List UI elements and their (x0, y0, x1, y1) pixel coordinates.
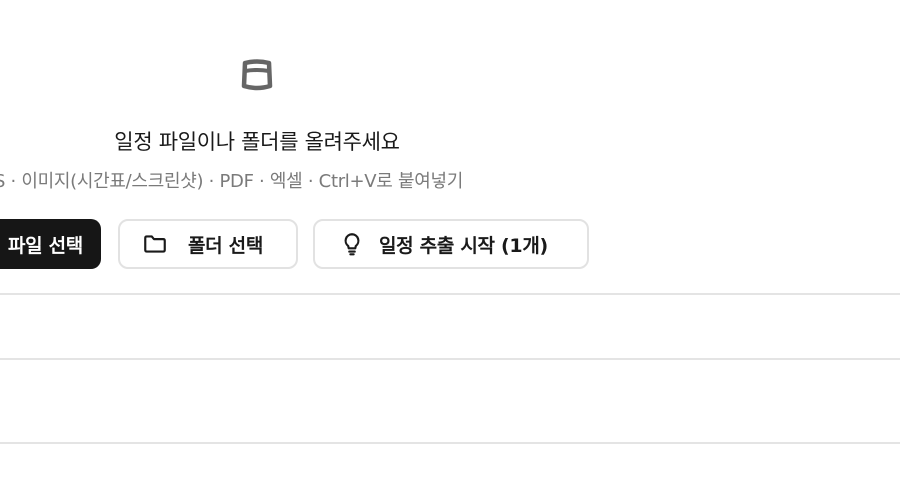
select-file-button[interactable]: 파일 선택 (0, 219, 101, 269)
dropzone-hint: S · 이미지(시간표/스크린샷) · PDF · 엑셀 · Ctrl+V로 붙… (0, 171, 464, 192)
lightbulb-icon (339, 231, 365, 257)
file-box-icon (241, 59, 273, 91)
select-folder-button[interactable]: 폴더 선택 (118, 219, 298, 269)
folder-icon (142, 231, 168, 257)
divider (0, 442, 900, 444)
start-extract-label: 일정 추출 시작 (1개) (379, 234, 548, 257)
upload-panel: 일정 파일이나 폴더를 올려주세요 S · 이미지(시간표/스크린샷) · PD… (0, 0, 900, 488)
start-extract-button[interactable]: 일정 추출 시작 (1개) (313, 219, 589, 269)
select-file-label: 파일 선택 (7, 234, 83, 257)
divider (0, 293, 900, 295)
divider (0, 358, 900, 360)
select-folder-label: 폴더 선택 (188, 234, 264, 257)
dropzone-title: 일정 파일이나 폴더를 올려주세요 (114, 130, 400, 154)
